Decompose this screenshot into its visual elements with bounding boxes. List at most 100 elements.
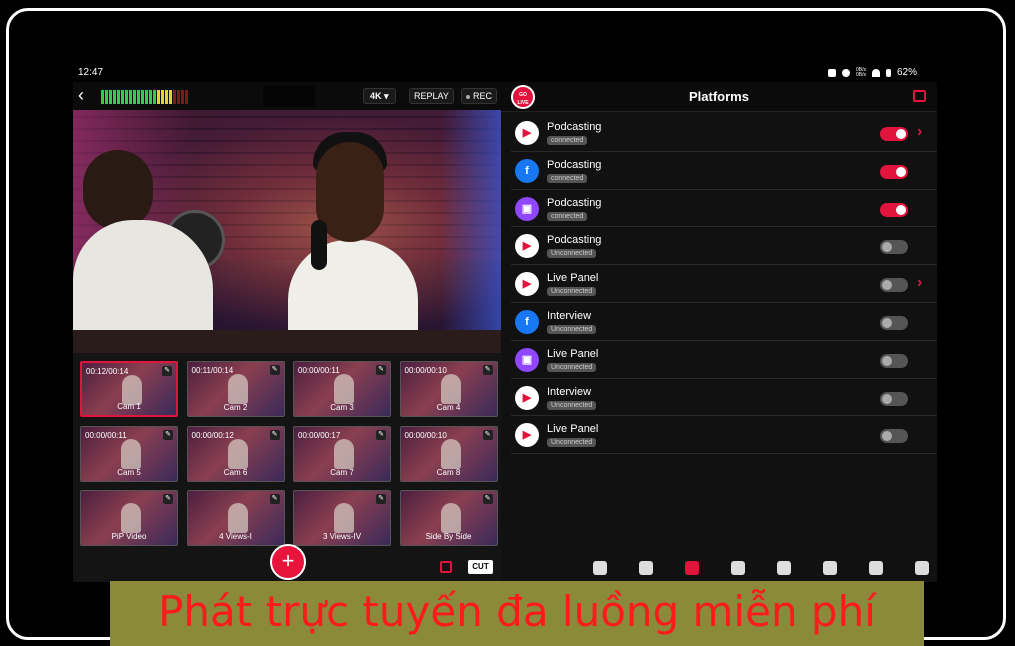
meter-bar xyxy=(153,90,156,104)
add-source-button[interactable]: + xyxy=(270,544,306,580)
guests-icon[interactable] xyxy=(731,561,745,575)
record-dot-icon xyxy=(466,94,470,99)
bottom-toolbar xyxy=(501,554,937,582)
chevron-right-icon[interactable]: › xyxy=(917,274,922,292)
camera-tile[interactable]: 00:00/00:10 ✎ Cam 8 xyxy=(399,425,498,482)
platforms-header: GO LIVE Platforms xyxy=(501,82,937,112)
tile-thumbnail xyxy=(334,503,354,533)
edit-icon[interactable]: ✎ xyxy=(162,366,172,376)
platform-row[interactable]: ▶ Podcasting connected › xyxy=(511,114,937,152)
layout-icon[interactable] xyxy=(440,561,452,573)
replay-button[interactable]: REPLAY xyxy=(409,88,454,104)
connection-status: Unconnected xyxy=(547,400,597,410)
connection-status: connected xyxy=(547,211,588,221)
meter-bar xyxy=(125,90,128,104)
camera-tile[interactable]: 00:00/00:12 ✎ Cam 6 xyxy=(186,425,285,482)
tile-label: 4 Views-I xyxy=(219,532,252,541)
camera-tile[interactable]: ✎ PiP Video xyxy=(80,490,178,546)
chevron-right-icon[interactable]: › xyxy=(917,123,922,141)
preview-toolbar: ‹ 4K ▾ REPLAY REC xyxy=(73,82,501,110)
comments-icon[interactable] xyxy=(915,561,929,575)
platform-row[interactable]: ▣ Live Panel Unconnected xyxy=(511,341,937,379)
custom-icon: ▶ xyxy=(515,385,539,410)
platform-row[interactable]: f Podcasting connected xyxy=(511,152,937,190)
camera-tile[interactable]: 00:00/00:10 ✎ Cam 4 xyxy=(399,361,498,417)
camera-tile[interactable]: 00:00/00:11 ✎ Cam 3 xyxy=(293,361,391,417)
platform-name: Live Panel xyxy=(547,272,599,285)
edit-icon[interactable]: ✎ xyxy=(482,494,493,504)
meter-bar xyxy=(157,90,160,104)
edit-icon[interactable]: ✎ xyxy=(163,429,173,440)
tile-timecode: 00:00/00:11 xyxy=(298,366,340,375)
edit-icon[interactable]: ✎ xyxy=(482,365,493,375)
cut-button[interactable]: CUT xyxy=(468,560,493,574)
tile-label: PiP Video xyxy=(111,532,147,541)
camera-tile[interactable]: 00:00/00:11 ✎ Cam 5 xyxy=(80,425,178,482)
facebook-icon: f xyxy=(515,309,539,334)
grid-view-icon[interactable] xyxy=(913,90,926,102)
record-button[interactable]: REC xyxy=(461,88,498,104)
edit-icon[interactable]: ✎ xyxy=(376,494,386,504)
twitch-icon: ▣ xyxy=(515,347,539,372)
edit-icon[interactable]: ✎ xyxy=(269,365,280,375)
platform-toggle[interactable] xyxy=(880,315,908,330)
platform-row[interactable]: f Interview Unconnected xyxy=(511,303,937,341)
tile-label: Cam 5 xyxy=(117,467,141,477)
edit-icon[interactable]: ✎ xyxy=(269,429,280,440)
platform-row[interactable]: ▶ Live Panel Unconnected › xyxy=(511,265,937,303)
platform-toggle[interactable] xyxy=(880,391,908,406)
tile-thumbnail xyxy=(122,375,142,405)
platform-toggle[interactable] xyxy=(880,202,908,217)
camera-tile[interactable]: 00:12/00:14 ✎ Cam 1 xyxy=(80,361,178,417)
tile-thumbnail xyxy=(121,438,141,469)
tile-thumbnail xyxy=(121,503,141,533)
edit-icon[interactable]: ✎ xyxy=(376,429,386,440)
audio-icon[interactable] xyxy=(777,561,791,575)
app-screen: 12:47 0B/s 0B/s 62% ‹ 4K ▾ REPLAY REC 00:… xyxy=(73,62,937,582)
aspect-ratio-icon[interactable] xyxy=(823,561,837,575)
platform-toggle[interactable] xyxy=(880,278,908,293)
platform-row[interactable]: ▶ Live Panel Unconnected xyxy=(511,416,937,455)
tile-thumbnail xyxy=(440,438,461,469)
camera-tile[interactable]: 00:11/00:14 ✎ Cam 2 xyxy=(186,361,285,417)
tile-thumbnail xyxy=(440,503,461,533)
meter-bar xyxy=(165,90,168,104)
platform-name: Podcasting xyxy=(547,121,602,133)
platform-name: Podcasting xyxy=(547,234,602,247)
battery-icon xyxy=(885,68,891,77)
tile-label: Cam 6 xyxy=(223,467,248,477)
program-preview[interactable] xyxy=(73,110,501,353)
share-icon[interactable] xyxy=(685,561,699,575)
platform-toggle[interactable] xyxy=(880,429,908,444)
camera-tile[interactable]: ✎ 3 Views-IV xyxy=(293,490,391,546)
platform-toggle[interactable] xyxy=(880,127,908,141)
platform-toggle[interactable] xyxy=(880,353,908,368)
connection-status: Unconnected xyxy=(547,287,597,297)
platform-row[interactable]: ▶ Interview Unconnected xyxy=(511,379,937,417)
camera-tile[interactable]: ✎ 4 Views-I xyxy=(186,490,285,546)
connection-status: Unconnected xyxy=(547,362,597,372)
camera-tile[interactable]: 00:00/00:17 ✎ Cam 7 xyxy=(293,425,391,482)
facebook-icon: f xyxy=(515,158,539,183)
edit-icon[interactable]: ✎ xyxy=(376,365,386,375)
meter-bar xyxy=(113,90,116,104)
edit-icon[interactable]: ✎ xyxy=(163,494,173,504)
platform-row[interactable]: ▶ Podcasting Unconnected xyxy=(511,227,937,266)
platform-toggle[interactable] xyxy=(880,240,908,255)
captions-icon[interactable] xyxy=(869,561,883,575)
platform-toggle[interactable] xyxy=(880,164,908,179)
layers-icon[interactable] xyxy=(639,561,653,575)
meter-bar xyxy=(169,90,172,104)
platform-row[interactable]: ▣ Podcasting connected xyxy=(511,190,937,228)
edit-icon[interactable]: ✎ xyxy=(269,494,280,504)
tile-thumbnail xyxy=(227,503,248,533)
back-button[interactable]: ‹ xyxy=(78,86,84,104)
camera-tile[interactable]: ✎ Side By Side xyxy=(399,490,498,546)
resolution-dropdown[interactable]: 4K ▾ xyxy=(363,88,396,104)
edit-icon[interactable]: ✎ xyxy=(482,429,493,440)
meter-bar xyxy=(129,90,132,104)
tile-timecode: 00:11/00:14 xyxy=(191,366,234,375)
platform-name: Interview xyxy=(547,309,592,322)
switcher-icon[interactable] xyxy=(593,561,607,575)
tile-thumbnail xyxy=(334,374,354,404)
